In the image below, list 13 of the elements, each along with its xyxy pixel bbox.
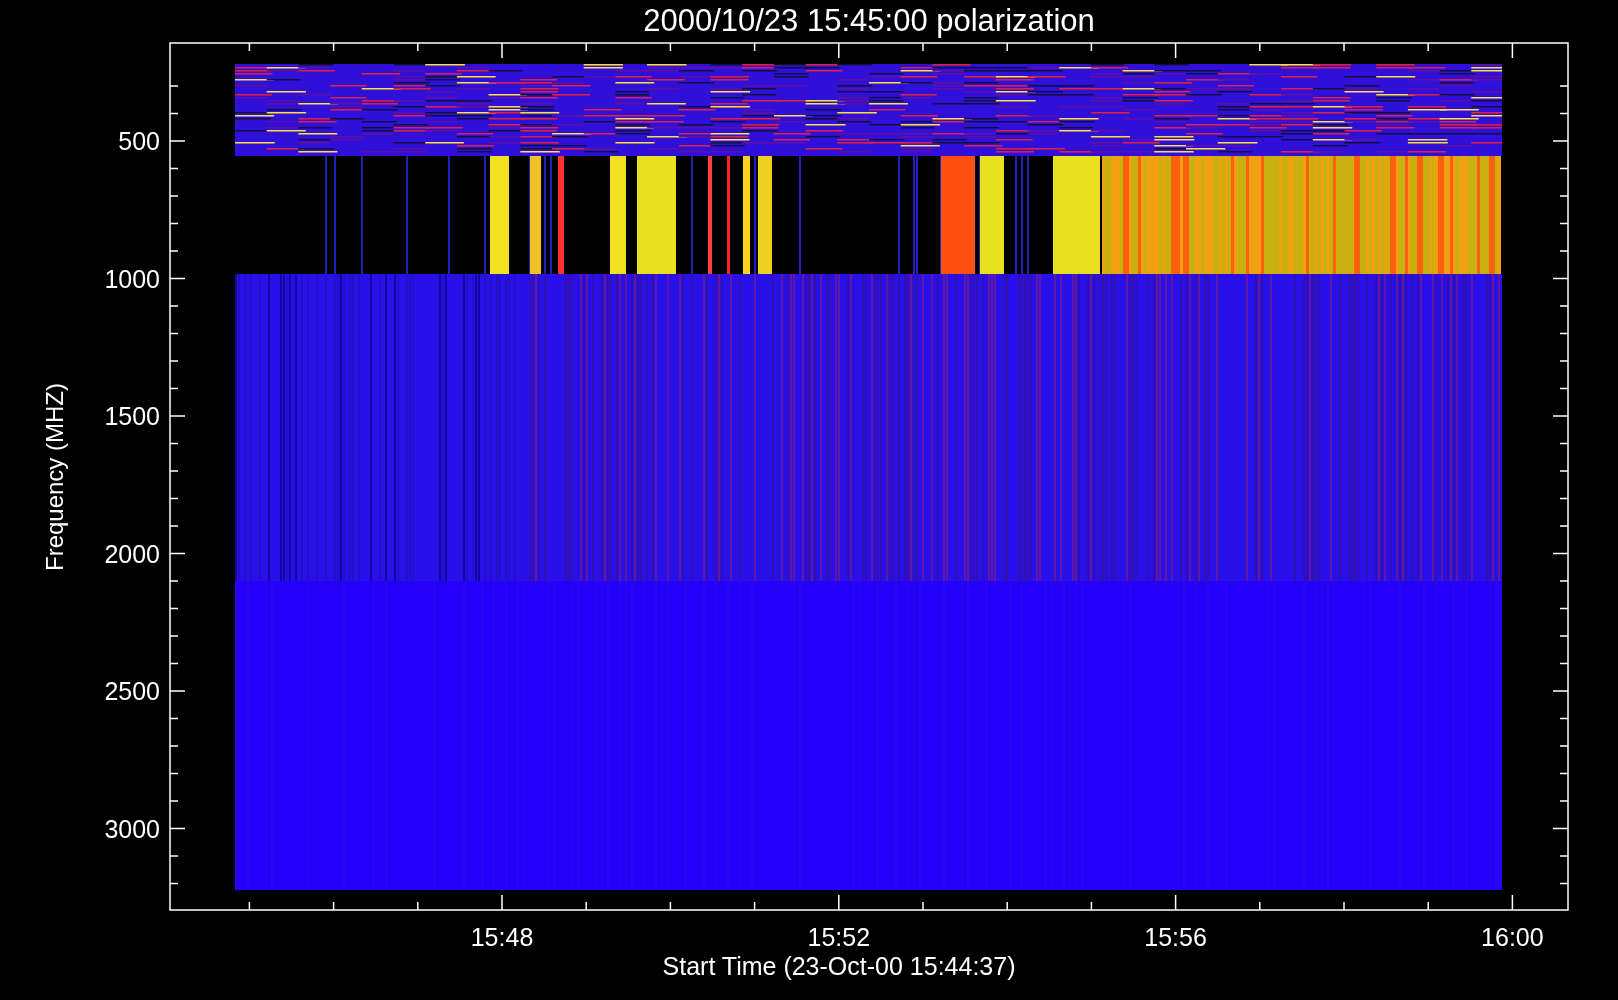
tick-label: 2000 bbox=[104, 539, 160, 568]
axis-label: Frequency (MHZ) bbox=[41, 383, 68, 571]
tick-label: 1000 bbox=[104, 264, 160, 293]
tick-label: 15:52 bbox=[807, 923, 871, 951]
chart-title: 2000/10/23 15:45:00 polarization bbox=[643, 3, 1095, 38]
tick-label: 500 bbox=[118, 127, 160, 155]
tick-label: 16:00 bbox=[1481, 923, 1544, 951]
tick-label: 1500 bbox=[104, 402, 160, 430]
tick-label: 15:48 bbox=[470, 923, 534, 951]
tick-label: 2500 bbox=[104, 677, 160, 705]
tick-label: 3000 bbox=[104, 814, 160, 843]
axis-label: Start Time (23-Oct-00 15:44:37) bbox=[662, 952, 1016, 980]
tick-label: 15:56 bbox=[1144, 923, 1207, 951]
